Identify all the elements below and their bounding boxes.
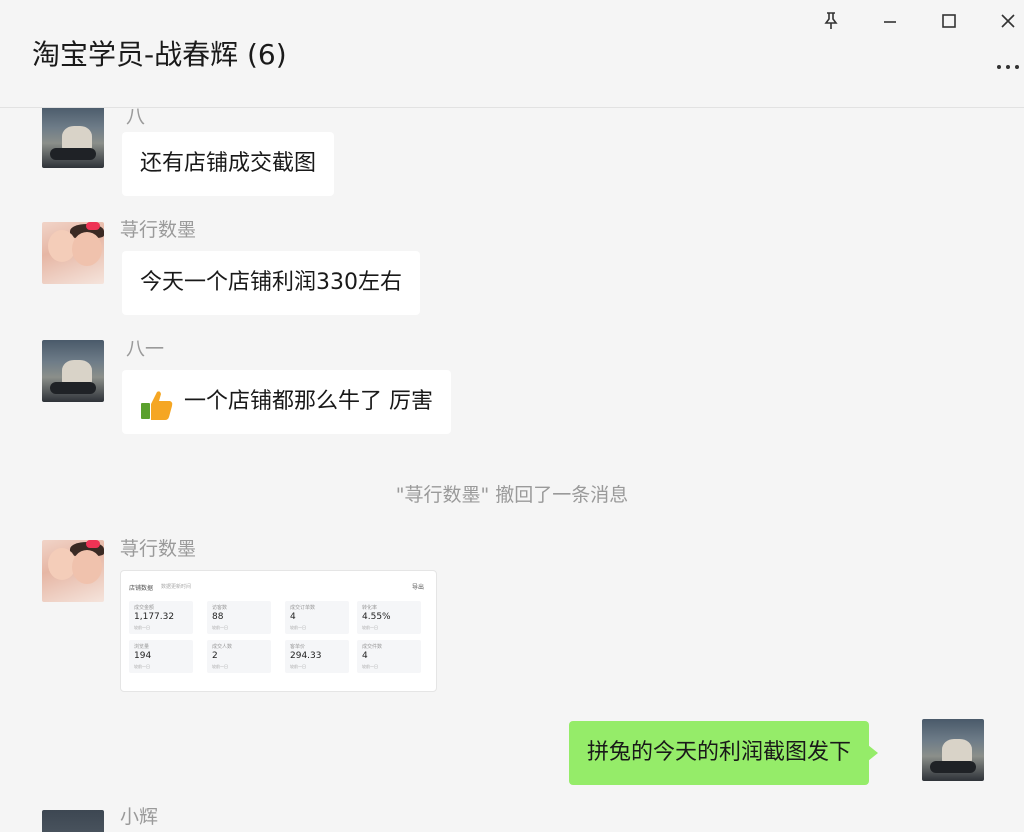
message-text: 一个店铺都那么牛了 厉害: [184, 389, 433, 414]
avatar[interactable]: [42, 810, 104, 832]
message-bubble-self[interactable]: 拼兔的今天的利润截图发下: [569, 721, 879, 785]
thumbs-up-icon: [140, 383, 174, 420]
close-icon[interactable]: [992, 6, 1024, 36]
avatar[interactable]: [42, 340, 104, 402]
card-subtitle: 数据更新时间: [161, 584, 192, 590]
pin-icon[interactable]: [815, 6, 847, 36]
stat-tile: 成交金额 1,177.32 较前一日: [129, 601, 193, 634]
stat-tile: 访客数 88 较前一日: [207, 601, 271, 634]
chat-header: 淘宝学员-战春辉 (6): [0, 0, 1024, 108]
chat-title: 淘宝学员-战春辉 (6): [32, 38, 287, 71]
stat-tile: 转化率 4.55% 较前一日: [357, 601, 421, 634]
stat-tile: 成交人数 2 较前一日: [207, 640, 271, 673]
avatar[interactable]: [42, 540, 104, 602]
message-list[interactable]: 八 还有店铺成交截图 荨行数墨 今天一个店铺利润330左右 八一 一个店铺都那么…: [0, 108, 1024, 832]
sender-name: 荨行数墨: [120, 219, 197, 241]
stat-tile: 浏览量 194 较前一日: [129, 640, 193, 673]
system-notice: "荨行数墨" 撤回了一条消息: [395, 484, 629, 506]
stat-tile: 成交订单数 4 较前一日: [285, 601, 349, 634]
avatar-self[interactable]: [922, 719, 984, 781]
card-title: 店铺数据: [129, 585, 154, 592]
message-bubble[interactable]: 一个店铺都那么牛了 厉害: [122, 370, 451, 434]
message-bubble[interactable]: 今天一个店铺利润330左右: [122, 251, 420, 315]
maximize-icon[interactable]: [933, 6, 965, 36]
message-bubble[interactable]: 还有店铺成交截图: [122, 132, 335, 196]
stat-tile: 客单价 294.33 较前一日: [285, 640, 349, 673]
avatar[interactable]: [42, 222, 104, 284]
minimize-icon[interactable]: [874, 6, 906, 36]
sender-name: 小辉: [120, 806, 159, 828]
avatar[interactable]: [42, 108, 104, 168]
image-message[interactable]: 店铺数据 数据更新时间 导出 成交金额 1,177.32 较前一日 访客数 88 较前一…: [120, 570, 437, 692]
stat-tile: 成交件数 4 较前一日: [357, 640, 421, 673]
sender-name: 荨行数墨: [120, 538, 197, 560]
sender-name: 八: [126, 108, 146, 128]
card-export-button: 导出: [411, 584, 424, 591]
sender-name: 八一: [126, 338, 165, 360]
more-icon[interactable]: [992, 52, 1024, 82]
